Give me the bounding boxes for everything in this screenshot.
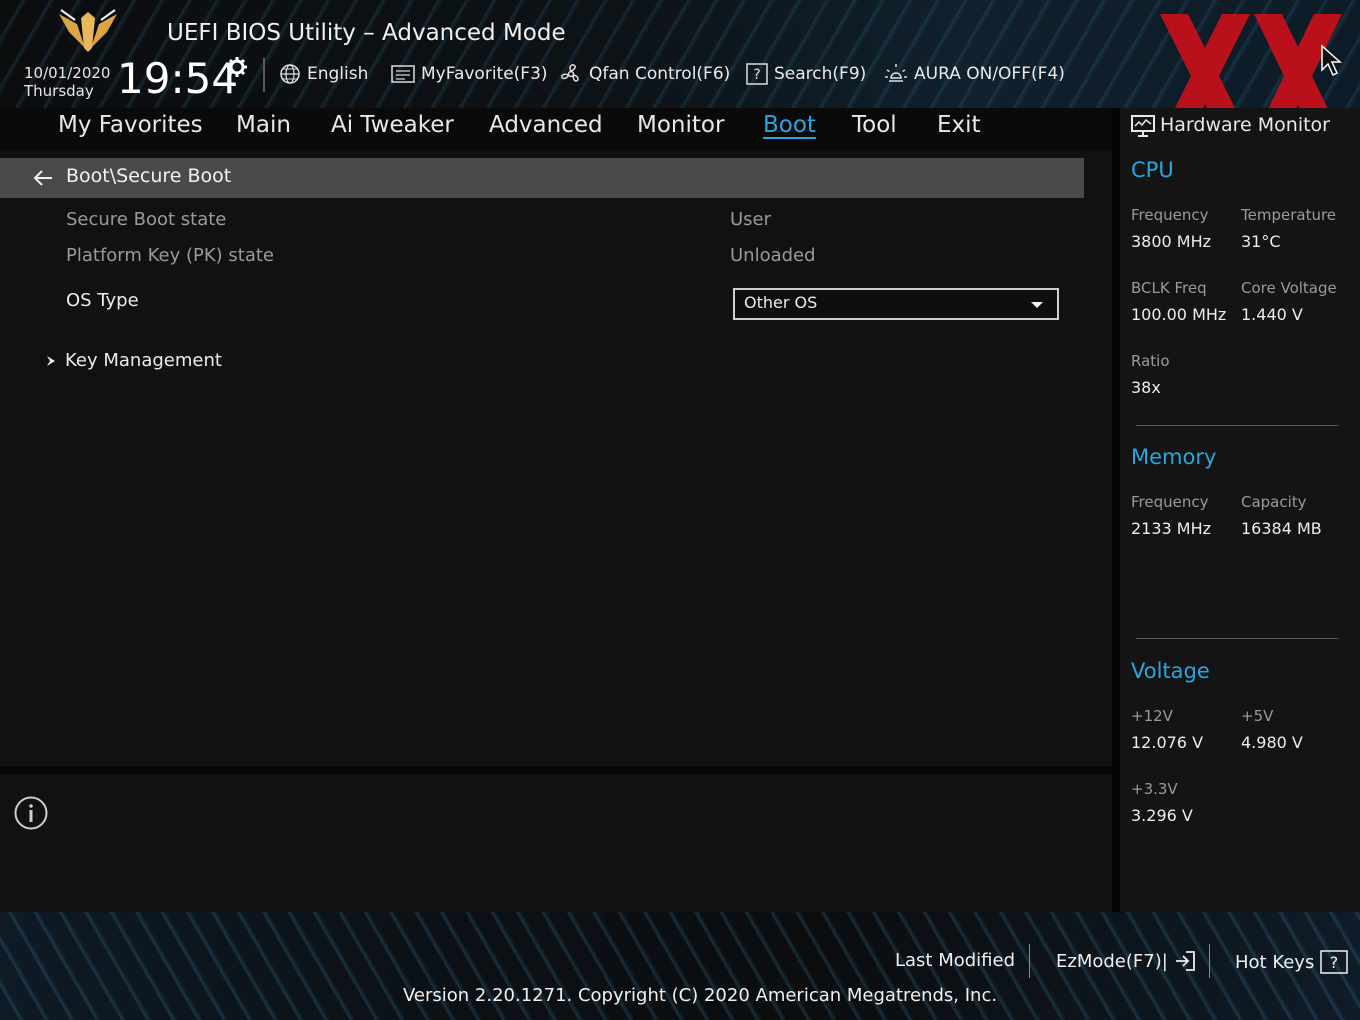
qfan-control-button[interactable]: Qfan Control(F6) bbox=[559, 62, 730, 86]
hardware-monitor-title: Hardware Monitor bbox=[1160, 114, 1330, 136]
cpu-section-title: CPU bbox=[1131, 158, 1174, 182]
help-question-icon: ? bbox=[1320, 950, 1349, 974]
hot-keys-button[interactable]: Hot Keys ? bbox=[1235, 950, 1349, 974]
secure-boot-state-label: Secure Boot state bbox=[66, 209, 227, 230]
search-button[interactable]: ? Search(F9) bbox=[746, 62, 866, 86]
memory-frequency-value: 2133 MHz bbox=[1131, 519, 1212, 538]
os-type-label: OS Type bbox=[66, 290, 139, 311]
memory-capacity-label: Capacity bbox=[1241, 493, 1307, 511]
window-title: UEFI BIOS Utility – Advanced Mode bbox=[167, 20, 566, 46]
breadcrumb: Boot\Secure Boot bbox=[66, 165, 232, 187]
fan-icon bbox=[561, 64, 579, 82]
menu-boot[interactable]: Boot bbox=[763, 112, 816, 138]
qfan-control-label: Qfan Control(F6) bbox=[589, 64, 731, 84]
cpu-frequency-value: 3800 MHz bbox=[1131, 232, 1212, 251]
menu-exit[interactable]: Exit bbox=[937, 112, 981, 138]
cpu-frequency-label: Frequency bbox=[1131, 206, 1209, 224]
language-label: English bbox=[307, 64, 369, 84]
gear-icon[interactable] bbox=[226, 56, 248, 78]
back-arrow-icon[interactable] bbox=[32, 168, 54, 188]
v33-value: 3.296 V bbox=[1131, 806, 1193, 825]
search-label: Search(F9) bbox=[774, 64, 867, 84]
menu-my-favorites[interactable]: My Favorites bbox=[58, 112, 203, 138]
v12-value: 12.076 V bbox=[1131, 733, 1204, 752]
globe-icon bbox=[280, 64, 300, 84]
aura-light-icon bbox=[885, 64, 907, 82]
cpu-temperature-label: Temperature bbox=[1241, 206, 1337, 224]
aura-button[interactable]: AURA ON/OFF(F4) bbox=[884, 62, 1065, 86]
ratio-value: 38x bbox=[1131, 378, 1161, 397]
ezmode-label: EzMode(F7)| bbox=[1056, 950, 1168, 972]
info-icon bbox=[14, 796, 48, 830]
key-management-label: Key Management bbox=[65, 350, 222, 371]
voltage-section-title: Voltage bbox=[1131, 659, 1210, 683]
panel-divider bbox=[1112, 108, 1120, 912]
core-voltage-label: Core Voltage bbox=[1241, 279, 1337, 297]
core-voltage-value: 1.440 V bbox=[1241, 305, 1303, 324]
os-type-select[interactable]: Other OS bbox=[733, 288, 1059, 320]
language-button[interactable]: English bbox=[279, 62, 368, 86]
header-divider bbox=[263, 58, 265, 92]
favorite-list-icon bbox=[391, 65, 415, 83]
date-text: 10/01/2020 bbox=[24, 64, 111, 82]
version-text: Version 2.20.1271. Copyright (C) 2020 Am… bbox=[403, 985, 998, 1006]
dropdown-arrow-icon bbox=[1031, 302, 1043, 308]
ratio-label: Ratio bbox=[1131, 352, 1170, 370]
date-display: 10/01/2020 Thursday bbox=[24, 64, 110, 100]
chevron-right-icon bbox=[47, 355, 55, 366]
exit-arrow-icon bbox=[1175, 951, 1195, 971]
hot-keys-label: Hot Keys bbox=[1235, 951, 1315, 973]
last-modified-label: Last Modified bbox=[895, 950, 1016, 971]
content-divider bbox=[0, 766, 1112, 774]
ezmode-button[interactable]: EzMode(F7)| bbox=[1056, 950, 1196, 972]
panel-separator bbox=[1136, 638, 1338, 639]
v12-label: +12V bbox=[1131, 707, 1173, 725]
last-modified-button[interactable]: Last Modified bbox=[895, 950, 1015, 971]
v33-label: +3.3V bbox=[1131, 780, 1178, 798]
os-type-value: Other OS bbox=[744, 293, 818, 312]
svg-text:?: ? bbox=[753, 67, 760, 83]
menu-ai-tweaker[interactable]: Ai Tweaker bbox=[331, 112, 454, 138]
settings-content-area bbox=[0, 150, 1112, 766]
secure-boot-state-value: User bbox=[730, 209, 772, 230]
memory-frequency-label: Frequency bbox=[1131, 493, 1209, 511]
footer-divider bbox=[1029, 944, 1030, 978]
search-question-icon: ? bbox=[746, 63, 768, 85]
myfavorite-label: MyFavorite(F3) bbox=[421, 64, 548, 84]
bclk-label: BCLK Freq bbox=[1131, 279, 1207, 297]
memory-capacity-value: 16384 MB bbox=[1241, 519, 1322, 538]
panel-separator bbox=[1136, 425, 1338, 426]
tuf-logo-icon bbox=[59, 9, 117, 52]
memory-section-title: Memory bbox=[1131, 445, 1217, 469]
aura-label: AURA ON/OFF(F4) bbox=[914, 64, 1065, 84]
key-management-submenu[interactable]: Key Management bbox=[45, 350, 222, 371]
day-text: Thursday bbox=[24, 82, 94, 100]
svg-text:?: ? bbox=[1330, 953, 1339, 972]
help-info-area bbox=[0, 774, 1112, 912]
platform-key-state-label: Platform Key (PK) state bbox=[66, 245, 275, 266]
menu-monitor[interactable]: Monitor bbox=[637, 112, 724, 138]
platform-key-state-value: Unloaded bbox=[730, 245, 816, 266]
v5-label: +5V bbox=[1241, 707, 1274, 725]
menu-tool[interactable]: Tool bbox=[852, 112, 897, 138]
menu-main[interactable]: Main bbox=[236, 112, 291, 138]
footer-divider bbox=[1209, 944, 1210, 978]
v5-value: 4.980 V bbox=[1241, 733, 1303, 752]
mouse-cursor-icon bbox=[1321, 44, 1342, 77]
menu-advanced[interactable]: Advanced bbox=[489, 112, 603, 138]
monitor-icon bbox=[1131, 115, 1155, 137]
cpu-temperature-value: 31°C bbox=[1241, 232, 1281, 251]
myfavorite-button[interactable]: MyFavorite(F3) bbox=[391, 62, 548, 86]
clock: 19:54 bbox=[117, 54, 239, 103]
bclk-value: 100.00 MHz bbox=[1131, 305, 1227, 324]
